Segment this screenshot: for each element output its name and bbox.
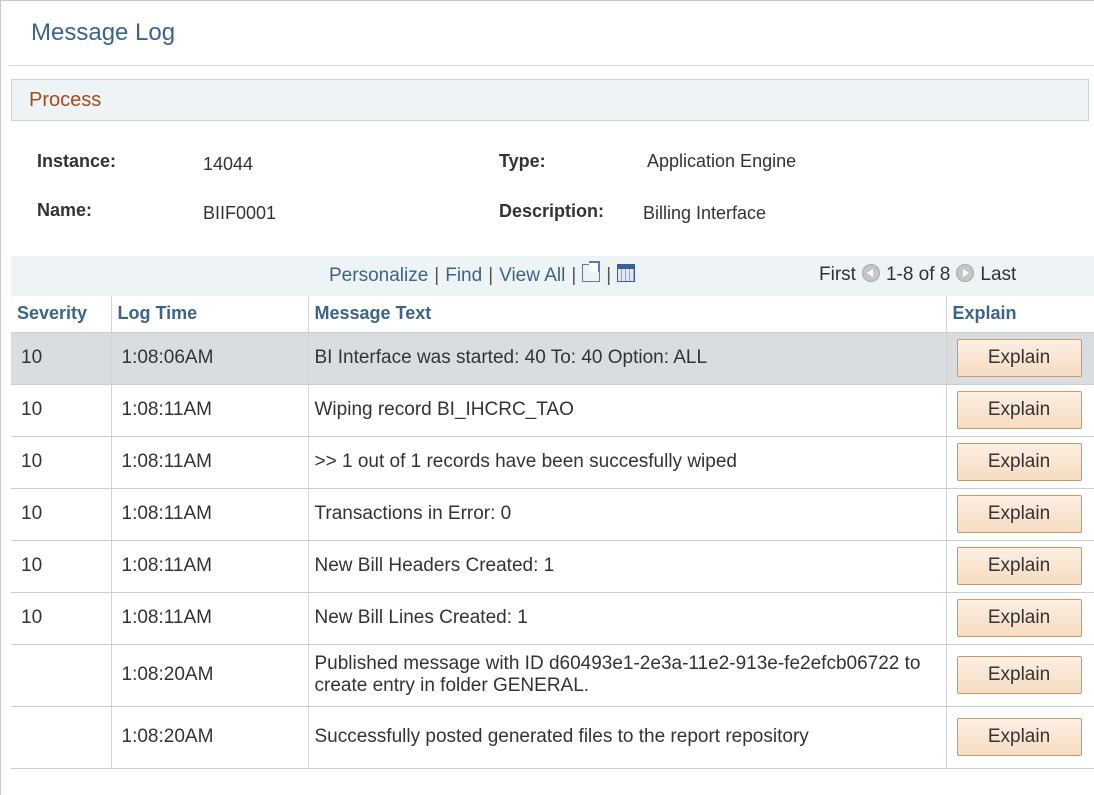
first-label: First xyxy=(819,264,856,285)
explain-cell: Explain xyxy=(946,384,1094,437)
page-title: Message Log xyxy=(31,19,176,46)
table-row[interactable]: 10 1:08:11AM New Bill Headers Created: 1… xyxy=(11,540,1094,593)
message-text-cell: >> 1 out of 1 records have been succesfu… xyxy=(308,436,947,489)
log-time-cell: 1:08:11AM xyxy=(111,592,309,645)
table-row[interactable]: 10 1:08:11AM New Bill Lines Created: 1 E… xyxy=(11,592,1094,645)
table-row[interactable]: 10 1:08:06AM BI Interface was started: 4… xyxy=(11,332,1094,385)
explain-button[interactable]: Explain xyxy=(956,391,1082,429)
explain-cell: Explain xyxy=(946,706,1094,769)
explain-button[interactable]: Explain xyxy=(956,339,1082,377)
message-text-cell: New Bill Headers Created: 1 xyxy=(308,540,947,593)
explain-button[interactable]: Explain xyxy=(956,495,1082,533)
separator: | xyxy=(571,265,577,286)
description-value: Billing Interface xyxy=(643,203,767,223)
column-header-message-text: Message Text xyxy=(308,296,947,333)
message-text-cell: New Bill Lines Created: 1 xyxy=(308,592,947,645)
log-time-cell: 1:08:06AM xyxy=(111,332,309,385)
explain-cell: Explain xyxy=(946,592,1094,645)
severity-cell: 10 xyxy=(11,592,112,645)
log-time-cell: 1:08:20AM xyxy=(111,706,309,769)
spreadsheet-download-icon[interactable] xyxy=(617,264,636,282)
explain-button[interactable]: Explain xyxy=(956,718,1082,756)
message-text-cell: Wiping record BI_IHCRC_TAO xyxy=(308,384,947,437)
new-window-icon[interactable] xyxy=(582,261,601,282)
log-time-cell: 1:08:11AM xyxy=(111,540,309,593)
explain-button[interactable]: Explain xyxy=(956,656,1082,694)
instance-value: 14044 xyxy=(203,154,254,174)
separator: | xyxy=(488,265,494,286)
separator: | xyxy=(606,265,612,286)
log-time-cell: 1:08:11AM xyxy=(111,436,309,489)
severity-cell: 10 xyxy=(11,540,112,593)
message-text-cell: Transactions in Error: 0 xyxy=(308,488,947,541)
log-time-cell: 1:08:11AM xyxy=(111,488,309,541)
view-all-link[interactable]: View All xyxy=(499,265,565,286)
severity-cell: 10 xyxy=(11,332,112,385)
table-row[interactable]: 1:08:20AM Successfully posted generated … xyxy=(11,706,1094,769)
table-row[interactable]: 10 1:08:11AM >> 1 out of 1 records have … xyxy=(11,436,1094,489)
explain-button[interactable]: Explain xyxy=(956,599,1082,637)
message-text-cell: Successfully posted generated files to t… xyxy=(308,706,947,769)
column-header-severity: Severity xyxy=(11,296,112,333)
table-row[interactable]: 10 1:08:11AM Transactions in Error: 0 Ex… xyxy=(11,488,1094,541)
explain-cell: Explain xyxy=(946,540,1094,593)
severity-cell xyxy=(11,644,112,707)
previous-arrow-icon[interactable] xyxy=(861,264,880,282)
type-value: Application Engine xyxy=(647,151,797,171)
last-label: Last xyxy=(980,264,1017,285)
type-label: Type: xyxy=(499,151,546,171)
log-time-cell: 1:08:11AM xyxy=(111,384,309,437)
explain-cell: Explain xyxy=(946,436,1094,489)
grid-pager: First 1-8 of 8 Last xyxy=(819,264,1016,286)
message-text-cell: Published message with ID d60493e1-2e3a-… xyxy=(308,644,947,707)
name-label: Name: xyxy=(37,200,93,220)
explain-button[interactable]: Explain xyxy=(956,443,1082,481)
table-row[interactable]: 1:08:20AM Published message with ID d604… xyxy=(11,644,1094,707)
explain-cell: Explain xyxy=(946,644,1094,707)
table-row[interactable]: 10 1:08:11AM Wiping record BI_IHCRC_TAO … xyxy=(11,384,1094,437)
message-text-cell: BI Interface was started: 40 To: 40 Opti… xyxy=(308,332,947,385)
message-log-grid: Severity Log Time Message Text Explain 1… xyxy=(11,296,1094,769)
severity-cell: 10 xyxy=(11,384,112,437)
personalize-link[interactable]: Personalize xyxy=(329,265,428,286)
column-header-explain: Explain xyxy=(946,296,1094,333)
find-link[interactable]: Find xyxy=(445,265,482,286)
row-range: 1-8 of 8 xyxy=(885,264,951,285)
explain-cell: Explain xyxy=(946,488,1094,541)
process-group-header: Process xyxy=(11,79,1089,121)
column-header-log-time: Log Time xyxy=(111,296,309,333)
severity-cell xyxy=(11,706,112,769)
grid-toolbar: Personalize | Find | View All | | xyxy=(329,261,636,287)
next-arrow-icon[interactable] xyxy=(956,264,975,282)
title-divider xyxy=(9,65,1094,66)
name-value: BIIF0001 xyxy=(203,203,277,223)
message-log-page: Message Log Process Instance: 14044 Name… xyxy=(0,0,1094,795)
log-time-cell: 1:08:20AM xyxy=(111,644,309,707)
explain-button[interactable]: Explain xyxy=(956,547,1082,585)
separator: | xyxy=(434,265,440,286)
severity-cell: 10 xyxy=(11,488,112,541)
instance-label: Instance: xyxy=(37,151,117,171)
severity-cell: 10 xyxy=(11,436,112,489)
description-label: Description: xyxy=(499,201,605,221)
explain-cell: Explain xyxy=(946,332,1094,385)
grid-header-row: Severity Log Time Message Text Explain xyxy=(11,296,1094,333)
process-header-label: Process xyxy=(29,89,102,111)
grid-navigation-bar: Personalize | Find | View All | | First 1-8 of … xyxy=(11,256,1094,296)
